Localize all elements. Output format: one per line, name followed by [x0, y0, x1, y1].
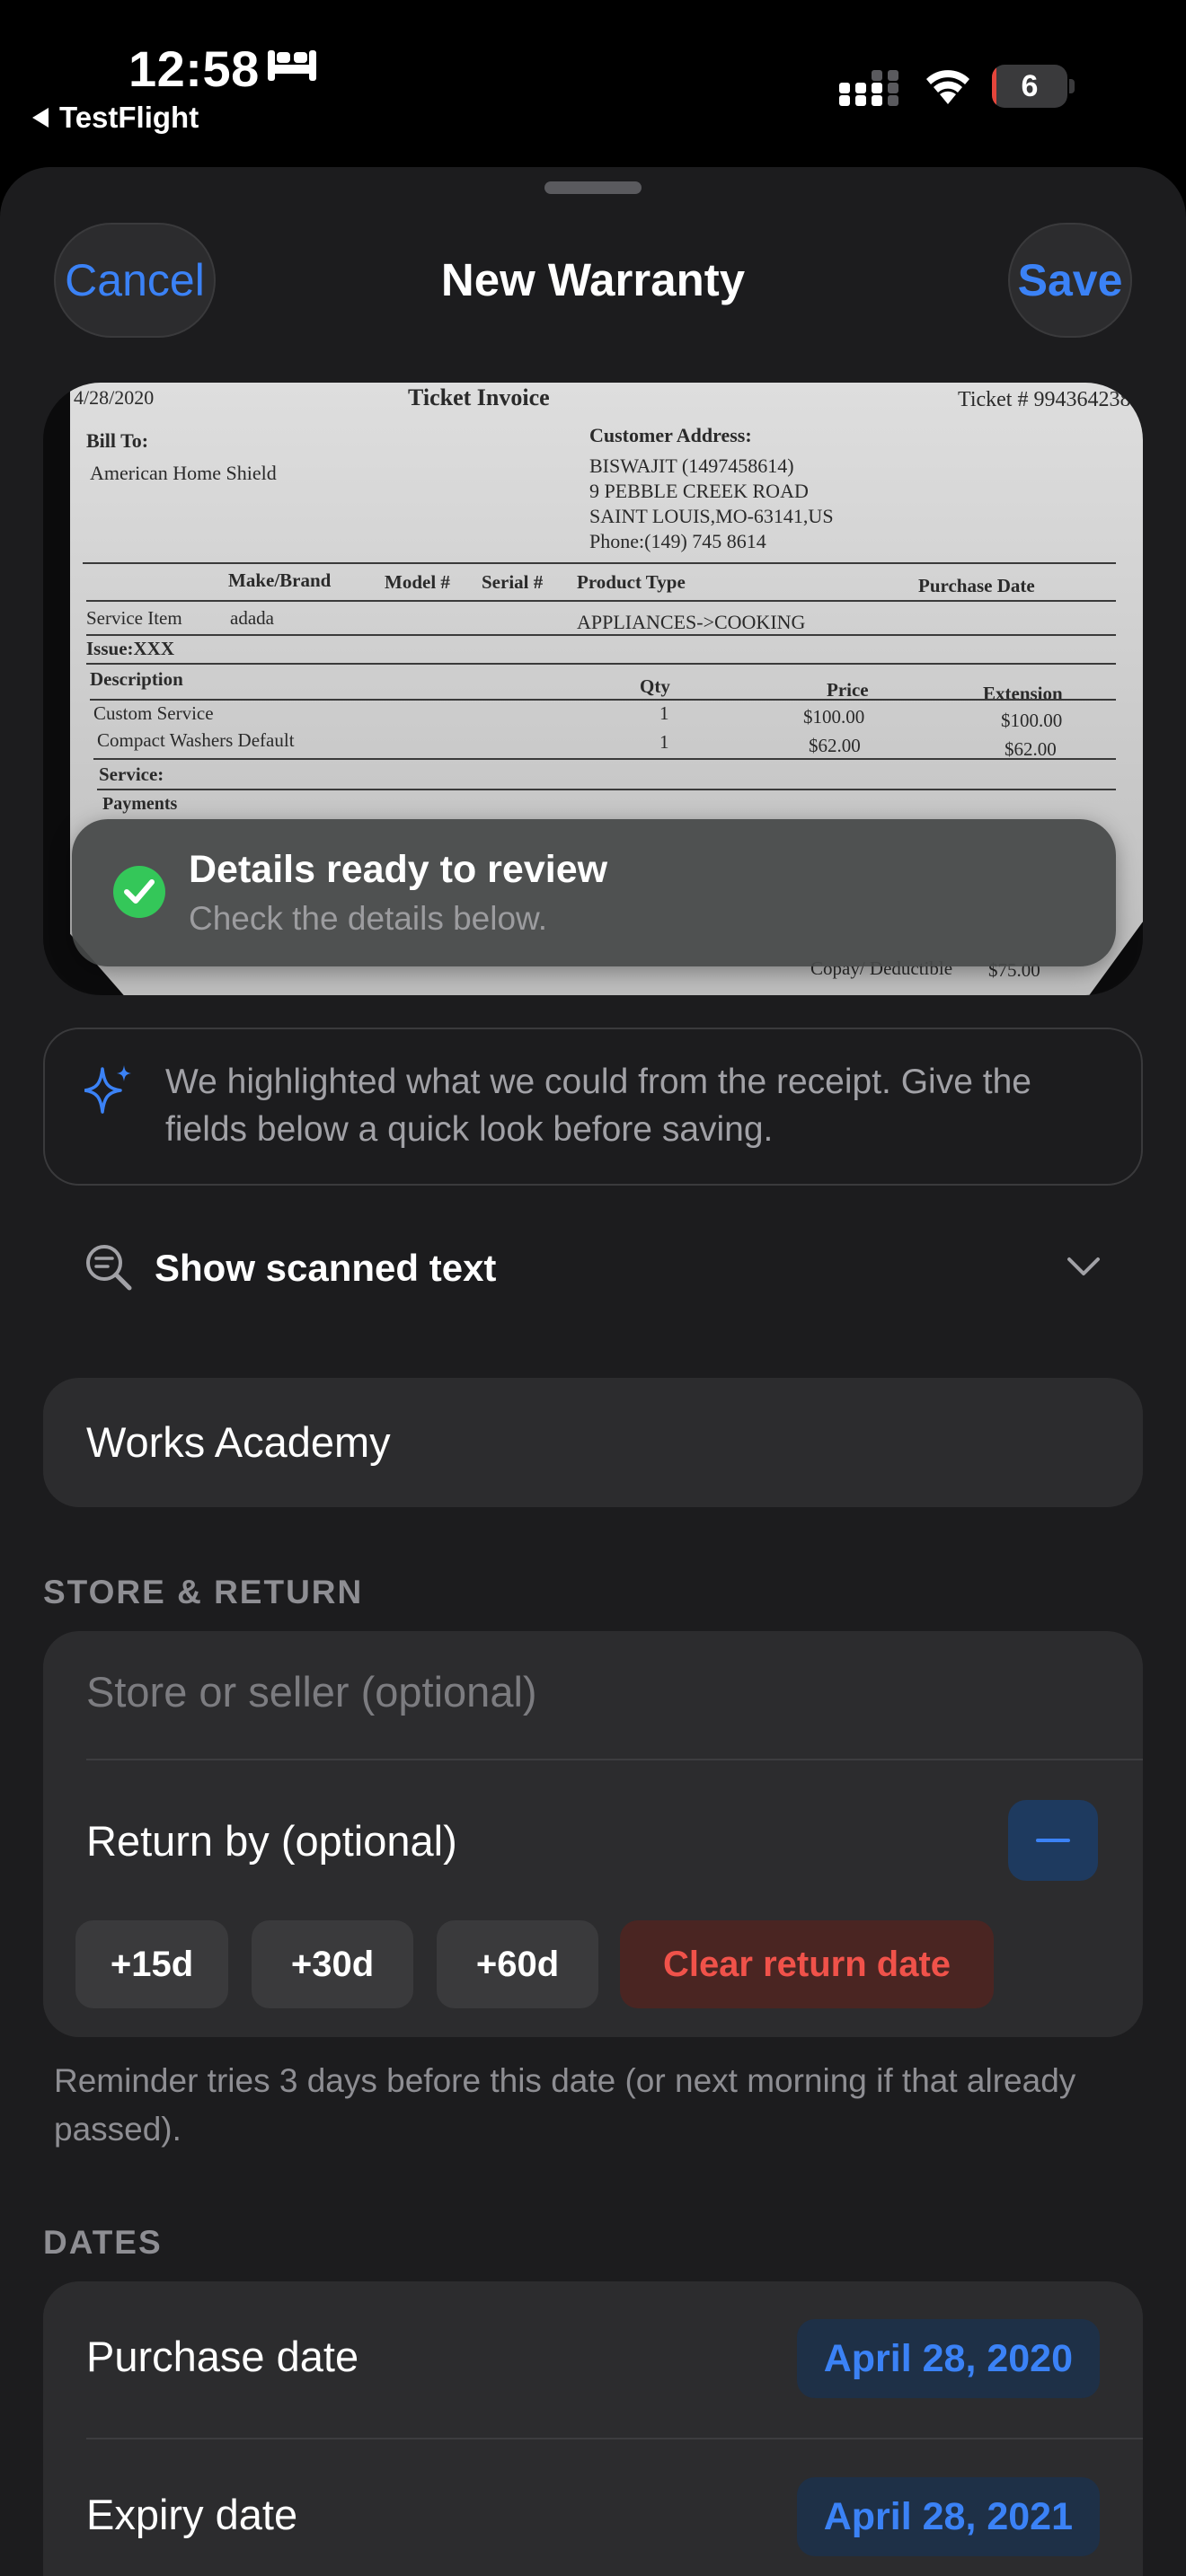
receipt-bill-to: American Home Shield [90, 462, 277, 484]
sparkle-icon [84, 1065, 131, 1114]
return-reminder-helper-text: Reminder tries 3 days before this date (… [54, 2062, 1076, 2148]
battery-shell: 6 [992, 65, 1067, 108]
product-name-field[interactable]: Works Academy [43, 1378, 1143, 1507]
receipt-column-header: Make/Brand [228, 569, 332, 591]
return-by-label: Return by (optional) [86, 1817, 457, 1865]
receipt-column-header: Product Type [577, 571, 686, 593]
purchase-date-label: Purchase date [86, 2333, 359, 2380]
receipt-line-price: $62.00 [809, 735, 861, 756]
receipt-line-qty: 1 [659, 731, 669, 753]
receipt-line-desc: Compact Washers Default [97, 729, 295, 751]
dates-card: Purchase date April 28, 2020 Expiry date… [43, 2281, 1143, 2576]
back-to-testflight-link[interactable]: TestFlight [32, 101, 199, 135]
new-warranty-sheet: Cancel New Warranty Save 4/28/2020 Ticke… [0, 167, 1186, 2576]
receipt-line-price: $100.00 [803, 706, 865, 728]
receipt-service-label: Service: [99, 763, 164, 785]
show-scanned-text-disclosure[interactable]: Show scanned text [43, 1229, 1143, 1310]
receipt-service-item-label: Service Item [86, 607, 182, 629]
magnifier-text-icon [86, 1245, 132, 1291]
receipt-column-header: Serial # [482, 571, 544, 593]
back-triangle-icon [32, 108, 49, 128]
receipt-address-line: SAINT LOUIS,MO-63141,US [589, 505, 834, 527]
receipt-bill-to-label: Bill To: [86, 429, 149, 452]
show-scanned-text-label: Show scanned text [155, 1247, 497, 1289]
add-60-days-button[interactable]: +60d [437, 1920, 598, 2008]
receipt-rule [93, 758, 1116, 760]
product-name-value: Works Academy [86, 1418, 391, 1466]
receipt-payments-label: Payments [102, 794, 178, 814]
receipt-line-extension: $100.00 [1001, 710, 1063, 731]
receipt-rule [86, 600, 1116, 602]
receipt-ticket: Ticket # 9943642380 [958, 388, 1142, 411]
back-app-label: TestFlight [59, 101, 199, 134]
minus-icon [1036, 1839, 1070, 1842]
receipt-column-header: Model # [385, 571, 450, 593]
cellular-signal-icon [839, 70, 898, 106]
battery-nub [1069, 79, 1075, 93]
receipt-address-line: Phone:(149) 745 8614 [589, 530, 766, 552]
details-ready-toast: Details ready to review Check the detail… [72, 819, 1116, 966]
receipt-desc-header: Description [90, 668, 183, 690]
bed-icon [268, 50, 316, 81]
chevron-down-icon [1067, 1257, 1100, 1275]
receipt-rule [90, 699, 1116, 701]
receipt-address-line: BISWAJIT (1497458614) [589, 454, 794, 477]
receipt-line-desc: Custom Service [93, 702, 214, 724]
status-time: 12:58 [128, 40, 260, 97]
dates-section-label: DATES [43, 2224, 163, 2261]
receipt-line-qty: 1 [659, 702, 669, 724]
checkmark-circle-icon [113, 866, 165, 918]
add-15-days-button[interactable]: +15d [75, 1920, 228, 2008]
status-bar: 12:58 TestFlight 6 [0, 0, 1186, 162]
receipt-rule [97, 789, 1116, 790]
screen: 12:58 TestFlight 6 Cancel New Warranty S… [0, 0, 1186, 2576]
receipt-heading: Ticket Invoice [408, 384, 550, 410]
sheet-grabber[interactable] [544, 181, 642, 194]
wifi-icon [926, 70, 969, 104]
store-return-section-label: STORE & RETURN [43, 1574, 364, 1610]
toast-subtitle: Check the details below. [189, 900, 548, 937]
toast-title: Details ready to review [189, 848, 608, 891]
store-return-card: Store or seller (optional) Return by (op… [43, 1631, 1143, 2037]
store-divider [86, 1759, 1143, 1760]
receipt-date: 4/28/2020 [74, 386, 155, 409]
expiry-date-picker[interactable]: April 28, 2021 [796, 2477, 1100, 2556]
save-button[interactable]: Save [1008, 223, 1132, 338]
store-seller-input[interactable]: Store or seller (optional) [86, 1667, 537, 1716]
receipt-address-line: 9 PEBBLE CREEK ROAD [589, 480, 809, 502]
receipt-rule [86, 663, 1116, 665]
remove-return-date-button[interactable] [1008, 1800, 1098, 1881]
battery-indicator: 6 [992, 65, 1075, 108]
add-30-days-button[interactable]: +30d [252, 1920, 413, 2008]
expiry-date-label: Expiry date [86, 2491, 298, 2538]
scan-hint-text: We highlighted what we could from the re… [165, 1063, 1031, 1149]
purchase-date-picker[interactable]: April 28, 2020 [796, 2319, 1100, 2398]
receipt-rule [86, 634, 1116, 636]
receipt-desc-header: Qty [640, 675, 670, 697]
clear-return-date-button[interactable]: Clear return date [620, 1920, 994, 2008]
scan-hint-card: We highlighted what we could from the re… [43, 1028, 1143, 1186]
battery-level: 6 [1021, 69, 1039, 103]
receipt-issue: Issue:XXX [86, 638, 175, 659]
receipt-service-item-value: adada [230, 607, 274, 629]
receipt-column-header: Purchase Date [918, 575, 1035, 596]
receipt-customer-address-label: Customer Address: [589, 424, 752, 446]
dates-divider [86, 2438, 1143, 2439]
receipt-desc-header: Extension [983, 683, 1063, 704]
receipt-rule [83, 562, 1116, 564]
receipt-product-type-value: APPLIANCES->COOKING [577, 611, 806, 633]
